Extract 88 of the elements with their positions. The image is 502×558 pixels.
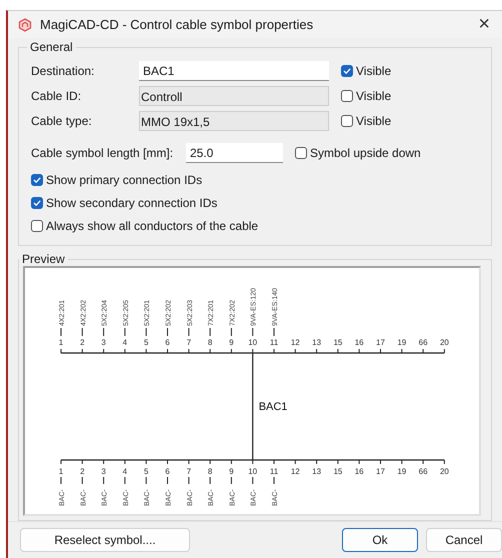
logo-icon [18,18,32,32]
text-field[interactable]: BAC1 [139,60,329,80]
field-label: Cable symbol length [mm]: [31,146,174,160]
terminal-line [230,328,232,336]
terminal-number: 10 [248,338,258,347]
checkbox-label: Visible [356,64,392,78]
field-label: Cable type: [31,114,93,128]
terminal-number: 17 [376,467,385,476]
terminal-line [252,328,254,336]
terminal-number: 16 [354,338,364,347]
terminal-line [103,328,104,336]
option-checkbox[interactable]: Show primary connection IDs [31,168,481,191]
destination-label: BAC1 [258,401,288,413]
terminal-number: 10 [248,467,258,476]
terminal-number: 6 [165,338,170,347]
terminal-line [167,476,168,484]
terminal-number: 19 [397,338,406,347]
checkbox-label: Visible [356,88,392,102]
checkbox-label: Visible [356,114,392,128]
terminal-line [210,476,211,484]
dialog-button[interactable]: Reselect symbol.... [20,528,190,552]
window-title: MagiCAD-CD - Control cable symbol properties [40,17,314,32]
terminal-number: 12 [290,467,300,476]
terminal-number: 20 [440,467,449,476]
close-button[interactable]: × [474,13,494,36]
terminal-number: 20 [440,338,449,347]
terminal-line [103,476,104,484]
terminal-number: 17 [376,338,385,347]
terminal-number: 3 [101,467,106,476]
terminal-number: 11 [270,338,278,347]
terminal-number: 8 [208,338,212,347]
checkbox-label: Always show all conductors of the cable [46,218,258,232]
terminal-number: 6 [165,467,170,476]
terminal-line [146,476,147,484]
terminal-number: 1 [58,467,64,476]
checkbox-icon[interactable] [31,220,43,232]
checkbox-icon[interactable] [341,64,353,76]
terminal-line [82,328,83,336]
terminal-number: 15 [333,467,342,476]
terminal-number: 1 [58,338,64,347]
terminal-line [146,328,147,336]
terminal-number: 16 [354,467,364,476]
field-label: Destination: [31,64,96,78]
option-checkbox[interactable]: Always show all conductors of the cable [31,214,481,237]
terminal-number: 4 [122,467,128,476]
terminal-number: 5 [144,467,148,476]
terminal-number: 13 [312,467,322,476]
terminal-line [124,476,126,484]
field-label: Cable ID: [31,88,82,102]
ok-button[interactable]: Ok [342,528,418,552]
checkbox-icon[interactable] [31,174,43,186]
terminal-number: 9 [229,338,234,347]
terminal-number: 9 [229,467,234,476]
checkbox-label: Show secondary connection IDs [46,196,218,210]
checkbox-icon[interactable] [31,196,43,208]
terminal-line [210,328,211,336]
checkbox-icon[interactable] [295,147,307,159]
terminal-line [188,328,190,336]
terminal-line [188,476,190,484]
terminal-number: 12 [290,338,300,347]
terminal-number: 66 [418,467,428,476]
terminal-number: 4 [122,338,128,347]
terminal-line [124,328,126,336]
terminal-line [252,476,254,484]
terminal-line [82,476,83,484]
terminal-number: 7 [186,467,192,476]
terminal-number: 13 [312,338,322,347]
terminal-line [167,328,168,336]
terminal-line [230,476,232,484]
terminal-number: 2 [80,467,85,476]
terminal-line [60,476,62,484]
terminal-number: 15 [333,338,342,347]
terminal-number: 3 [101,338,106,347]
terminal-line [60,328,62,336]
length-field[interactable]: 25.0 [186,143,283,163]
terminal-number: 19 [397,467,406,476]
terminal-number: 7 [186,338,192,347]
terminal-number: 66 [418,338,428,347]
visible-checkbox[interactable]: Visible [341,64,392,78]
terminal-number: 8 [208,467,212,476]
group-title: General [29,40,74,54]
dialog-button[interactable]: Cancel [426,528,502,552]
checkbox-label: Show primary connection IDs [46,172,202,186]
terminal-number: 5 [144,338,148,347]
terminal-number: 11 [270,467,278,476]
terminal-number: 2 [80,338,85,347]
group-title: Preview [21,252,66,266]
option-checkbox[interactable]: Show secondary connection IDs [31,191,481,214]
